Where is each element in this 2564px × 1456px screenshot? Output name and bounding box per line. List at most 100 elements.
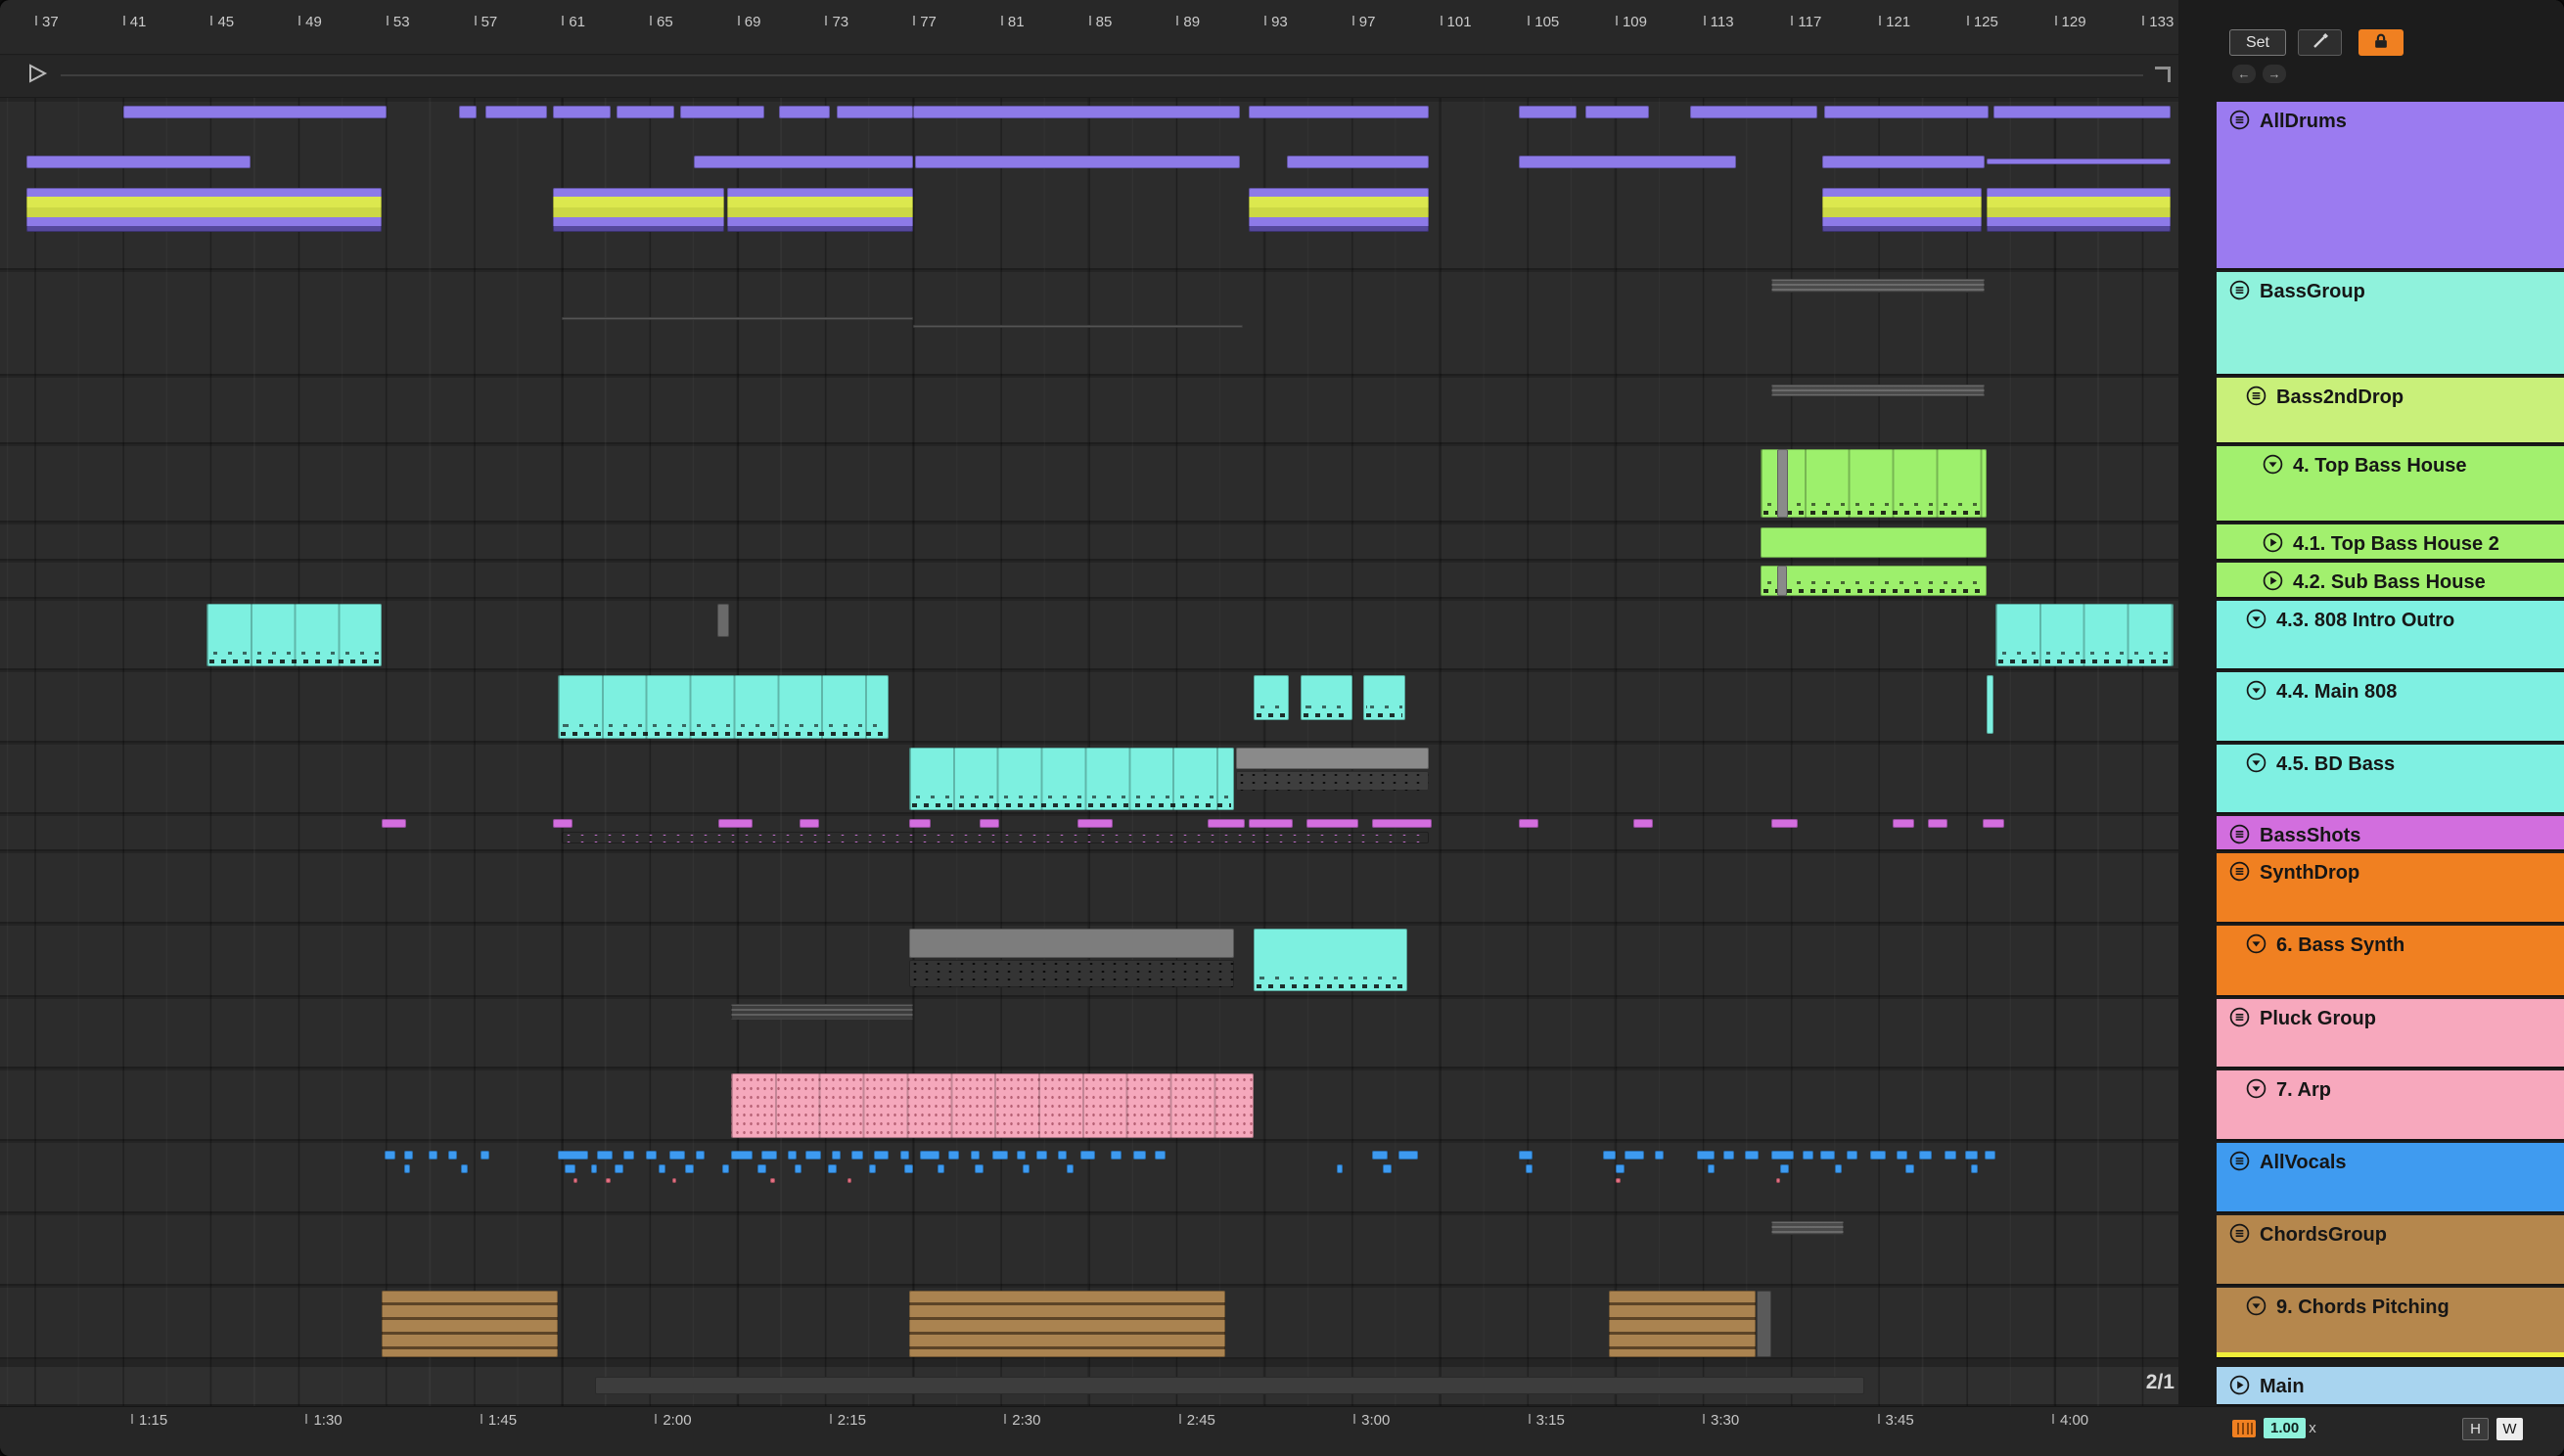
track-header-7-arp[interactable]: 7. Arp — [2217, 1070, 2564, 1141]
vocal-clip[interactable] — [1870, 1151, 1886, 1160]
vocal-clip[interactable] — [770, 1178, 775, 1183]
vocal-clip[interactable] — [827, 1164, 837, 1173]
vocal-clip[interactable] — [1984, 1151, 1995, 1160]
fit-width-button[interactable]: W — [2496, 1418, 2523, 1440]
vocal-clip[interactable] — [1016, 1151, 1026, 1160]
arrangement-clip[interactable] — [915, 156, 1241, 168]
vocal-clip[interactable] — [975, 1164, 984, 1173]
arrangement-clip[interactable] — [1690, 106, 1818, 118]
group-button[interactable] — [2228, 1006, 2251, 1067]
group-button[interactable] — [2228, 1222, 2251, 1284]
arrangement-clip[interactable] — [595, 1377, 1864, 1394]
fold-button[interactable] — [2245, 933, 2267, 995]
bassshot-clip[interactable] — [717, 819, 754, 828]
track-header-4-3-808-intro-outro[interactable]: 4.3. 808 Intro Outro — [2217, 601, 2564, 670]
track-header-synthdrop[interactable]: SynthDrop — [2217, 853, 2564, 924]
vocal-clip[interactable] — [1846, 1151, 1857, 1160]
arrangement-clip[interactable] — [1756, 1291, 1772, 1357]
vocal-clip[interactable] — [1058, 1151, 1068, 1160]
arrangement-clip[interactable] — [1987, 675, 1993, 734]
bar-ruler[interactable]: 37 41 45 49 53 57 61 65 69 73 77 81 85 89 93 97 101 105 10… — [0, 0, 2178, 55]
arrangement-clip[interactable] — [553, 188, 725, 232]
track-header-4-2-sub-bass-house[interactable]: 4.2. Sub Bass House — [2217, 563, 2564, 599]
arrangement-clip[interactable] — [1249, 188, 1430, 232]
arrangement-clip[interactable] — [26, 188, 383, 232]
arrangement-clip[interactable] — [1761, 527, 1987, 558]
vocal-clip[interactable] — [1745, 1151, 1759, 1160]
vocal-clip[interactable] — [572, 1178, 577, 1183]
arrangement-clip[interactable] — [913, 325, 1243, 328]
arrangement-clip[interactable] — [908, 929, 1234, 958]
vocal-clip[interactable] — [1905, 1164, 1914, 1173]
vocal-clip[interactable] — [1154, 1151, 1167, 1160]
group-button[interactable] — [2228, 109, 2251, 268]
arrangement-clip[interactable] — [836, 106, 914, 118]
group-button[interactable] — [2228, 860, 2251, 922]
zoom-level-value[interactable]: 1.00 — [2264, 1418, 2307, 1438]
track-lane-chordsgroup[interactable] — [0, 1215, 2178, 1286]
arrangement-clip[interactable] — [1301, 675, 1352, 720]
vocal-clip[interactable] — [756, 1164, 766, 1173]
bassshot-clip[interactable] — [1305, 819, 1359, 828]
fold-button[interactable] — [2262, 453, 2284, 521]
arrangement-clip[interactable] — [1821, 156, 1985, 168]
fold-button[interactable] — [2245, 1077, 2267, 1139]
arrangement-clip[interactable] — [1771, 279, 1985, 293]
vocal-clip[interactable] — [904, 1164, 914, 1173]
bassshot-clip[interactable] — [1207, 819, 1245, 828]
vocal-clip[interactable] — [384, 1151, 395, 1160]
dra w-mode-button[interactable] — [2298, 29, 2342, 56]
arrangement-clip[interactable] — [1519, 106, 1577, 118]
vocal-clip[interactable] — [1897, 1151, 1908, 1160]
arrangement-clip[interactable] — [779, 106, 830, 118]
play-button[interactable] — [2228, 1374, 2251, 1404]
vocal-clip[interactable] — [722, 1164, 729, 1173]
arrangement-clip[interactable] — [1609, 1291, 1757, 1357]
vocal-clip[interactable] — [1971, 1164, 1978, 1173]
vocal-clip[interactable] — [795, 1164, 801, 1173]
arrangement-clip[interactable] — [206, 604, 383, 666]
vocal-clip[interactable] — [606, 1178, 611, 1183]
bassshot-clip[interactable] — [1927, 819, 1947, 828]
bassshot-clip[interactable] — [1632, 819, 1654, 828]
vocal-clip[interactable] — [873, 1151, 890, 1160]
arrangement-clip[interactable] — [908, 1291, 1225, 1357]
start-marker-icon[interactable] — [27, 64, 49, 88]
arrangement-clip[interactable] — [1824, 106, 1990, 118]
track-header-bassgroup[interactable]: BassGroup — [2217, 272, 2564, 376]
arrangement-clip[interactable] — [562, 317, 914, 320]
arrangement-clip[interactable] — [1761, 566, 1987, 596]
bassshot-clip[interactable] — [1249, 819, 1294, 828]
arrangement-clip[interactable] — [726, 188, 914, 232]
arrangement-clip[interactable] — [1761, 449, 1987, 518]
arrangement-clip[interactable] — [1821, 188, 1983, 232]
bassshot-clip[interactable] — [1771, 819, 1799, 828]
bassshot-clip[interactable] — [1372, 819, 1432, 828]
fold-button[interactable] — [2245, 1295, 2267, 1357]
arrangement-clip[interactable] — [26, 156, 251, 168]
vocal-clip[interactable] — [1372, 1151, 1388, 1160]
vocal-clip[interactable] — [1526, 1164, 1533, 1173]
vocal-clip[interactable] — [970, 1151, 980, 1160]
track-header-allvocals[interactable]: AllVocals — [2217, 1143, 2564, 1213]
fit-height-button[interactable]: H — [2462, 1418, 2489, 1440]
vocal-clip[interactable] — [761, 1151, 778, 1160]
vocal-clip[interactable] — [1780, 1164, 1790, 1173]
track-header-4-5-bd-bass[interactable]: 4.5. BD Bass — [2217, 745, 2564, 814]
arrangement-clip[interactable] — [1776, 566, 1787, 596]
track-header-4-4-main-808[interactable]: 4.4. Main 808 — [2217, 672, 2564, 743]
vocal-clip[interactable] — [1655, 1151, 1665, 1160]
group-button[interactable] — [2228, 1150, 2251, 1211]
vocal-clip[interactable] — [851, 1151, 863, 1160]
fold-button[interactable] — [2245, 679, 2267, 741]
bassshot-clip[interactable] — [382, 819, 407, 828]
key-midi-indicator[interactable] — [2232, 1419, 2256, 1437]
arrangement-clip[interactable] — [913, 106, 1241, 118]
arrangement-clip[interactable] — [1235, 748, 1430, 769]
vocal-clip[interactable] — [805, 1151, 821, 1160]
arrangement-clip[interactable] — [553, 106, 611, 118]
vocal-clip[interactable] — [1964, 1151, 1979, 1160]
track-lane-alldrums[interactable] — [0, 102, 2178, 270]
play-button[interactable] — [2262, 531, 2284, 559]
arrangement-clip[interactable] — [617, 106, 674, 118]
